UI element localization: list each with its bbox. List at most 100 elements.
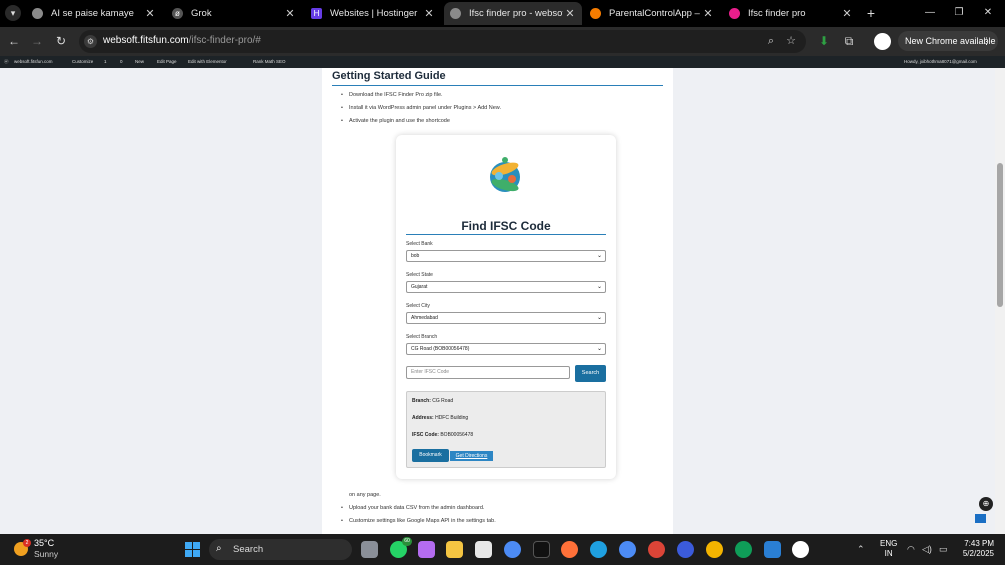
wp-admin-bar: ⓦ websoft.fitsfun.com Customize 1 0 New … — [0, 56, 1005, 68]
site-info-icon[interactable]: ⚙ — [84, 35, 97, 48]
tab-label: Grok — [191, 8, 212, 19]
tab-ai-se-paise-kamaye[interactable]: AI se paise kamaye ✕ — [26, 2, 162, 25]
search-button[interactable]: Search — [575, 365, 606, 382]
wifi-icon[interactable]: ◠ — [907, 544, 915, 555]
branch-value: CG Road (BOB00056478) — [411, 346, 470, 352]
new-chrome-available-button[interactable]: New Chrome available ⋮ — [898, 31, 998, 51]
restore-icon[interactable]: ❐ — [951, 5, 967, 21]
extensions-icon[interactable]: ⧉ — [841, 33, 857, 49]
result-address-value: HDFC Building — [435, 415, 469, 421]
bank-select[interactable]: bob ⌄ — [406, 250, 606, 262]
chevron-down-icon: ⌄ — [596, 284, 602, 290]
page-scrollbar[interactable] — [995, 68, 1005, 534]
tab-ifsc-finder-pro[interactable]: Ifsc finder pro ✕ — [723, 2, 859, 25]
zoom-indicator-icon[interactable]: ⊕ — [979, 497, 993, 511]
admin-comments-count[interactable]: 0 — [120, 56, 123, 68]
url-host: websoft.fitsfun.com — [103, 35, 189, 46]
tab-grok[interactable]: ø Grok ✕ — [166, 2, 302, 25]
wp-logo-icon[interactable]: ⓦ — [4, 56, 9, 68]
bookmark-star-icon[interactable]: ☆ — [784, 34, 798, 48]
download-icon[interactable]: ⬇ — [816, 33, 832, 49]
language-line2: IN — [884, 549, 893, 558]
chevron-down-icon: ⌄ — [596, 346, 602, 352]
app-icon[interactable] — [792, 541, 809, 558]
close-icon[interactable]: ✕ — [143, 7, 157, 20]
admin-customize-link[interactable]: Customize — [72, 56, 93, 68]
new-tab-icon[interactable]: + — [864, 5, 878, 21]
grok-icon: ø — [172, 8, 183, 19]
result-ifsc-key: IFSC Code: — [412, 432, 439, 438]
branch-select[interactable]: CG Road (BOB00056478) ⌄ — [406, 343, 606, 355]
forward-icon[interactable]: → — [29, 33, 45, 49]
chrome-profile-icon[interactable] — [735, 541, 752, 558]
url-text: websoft.fitsfun.com/ifsc-finder-pro/# — [103, 35, 261, 46]
branch-label: Select Branch — [406, 334, 438, 340]
fire-icon — [590, 8, 601, 19]
chrome-profile-icon[interactable] — [648, 541, 665, 558]
chrome-profile-icon[interactable] — [619, 541, 636, 558]
ifsc-code-input[interactable]: Enter IFSC Code — [406, 366, 570, 379]
firefox-icon[interactable] — [561, 541, 578, 558]
copilot-icon[interactable] — [418, 541, 435, 558]
admin-rank-math-link[interactable]: Rank Math SEO — [253, 56, 286, 68]
chevron-up-icon[interactable]: ⌃ — [857, 544, 865, 555]
admin-site-link[interactable]: websoft.fitsfun.com — [14, 56, 53, 68]
whatsapp-icon[interactable]: 60 — [390, 537, 412, 558]
scrollbar-thumb[interactable] — [997, 163, 1003, 307]
language-indicator[interactable]: ENG IN — [880, 539, 897, 559]
search-icon: ⌕ — [216, 543, 222, 554]
taskbar-search[interactable]: ⌕ Search — [209, 539, 352, 560]
floating-widget-icon[interactable] — [975, 514, 986, 523]
minimize-icon[interactable]: — — [922, 5, 938, 21]
close-icon[interactable]: ✕ — [422, 7, 436, 20]
close-window-icon[interactable]: ✕ — [980, 5, 996, 21]
battery-icon[interactable]: ▭ — [939, 544, 948, 555]
start-windows-icon[interactable] — [185, 542, 200, 557]
tab-ifsc-finder-pro-active[interactable]: Ifsc finder pro - websoft.fi ✕ — [444, 2, 582, 25]
more-menu-icon[interactable]: ⋮ — [982, 31, 991, 51]
paint-icon[interactable] — [764, 541, 781, 558]
profile-avatar[interactable] — [874, 33, 891, 50]
globe-icon — [32, 8, 43, 19]
microsoft-store-icon[interactable] — [475, 541, 492, 558]
admin-elementor-link[interactable]: Edit with Elementor — [188, 56, 227, 68]
tab-hostinger[interactable]: H Websites | Hostinger ✕ — [305, 2, 441, 25]
address-bar[interactable]: ⚙ websoft.fitsfun.com/ifsc-finder-pro/# … — [79, 30, 806, 53]
weather-condition[interactable]: Sunny — [34, 549, 58, 559]
admin-updates-count[interactable]: 1 — [104, 56, 107, 68]
tab-parental-control-app[interactable]: ParentalControlApp – Ove ✕ — [584, 2, 720, 25]
close-icon[interactable]: ✕ — [563, 7, 577, 20]
volume-icon[interactable]: ◁) — [922, 544, 932, 555]
chrome-icon[interactable] — [504, 541, 521, 558]
chrome-profile-icon[interactable] — [677, 541, 694, 558]
state-select[interactable]: Gujarat ⌄ — [406, 281, 606, 293]
reload-icon[interactable]: ↻ — [53, 33, 69, 49]
result-branch: Branch: CG Road — [412, 398, 453, 404]
chrome-profile-icon[interactable] — [706, 541, 723, 558]
capcut-icon[interactable] — [533, 541, 550, 558]
zoom-icon[interactable]: ⌕ — [764, 34, 778, 48]
weather-temp[interactable]: 35°C — [34, 538, 54, 548]
bookmark-button[interactable]: Bookmark — [412, 449, 449, 462]
task-view-icon[interactable] — [361, 541, 378, 558]
globe-icon — [729, 8, 740, 19]
result-card: Branch: CG Road Address: HDFC Building I… — [406, 391, 606, 468]
close-icon[interactable]: ✕ — [701, 7, 715, 20]
close-icon[interactable]: ✕ — [283, 7, 297, 20]
tab-search-menu-icon[interactable]: ▾ — [5, 5, 21, 21]
edge-icon[interactable] — [590, 541, 607, 558]
city-select[interactable]: Ahmedabad ⌄ — [406, 312, 606, 324]
get-directions-button[interactable]: Get Directions — [450, 451, 493, 461]
back-icon[interactable]: ← — [6, 33, 22, 49]
admin-howdy-user[interactable]: Howdy, jxibhothma8071@gmail.com — [904, 56, 977, 68]
admin-new-link[interactable]: New — [135, 56, 144, 68]
admin-edit-page-link[interactable]: Edit Page — [157, 56, 177, 68]
close-icon[interactable]: ✕ — [840, 7, 854, 20]
tab-label: AI se paise kamaye — [51, 8, 134, 19]
file-explorer-icon[interactable] — [446, 541, 463, 558]
result-ifsc-value: BOB00056478 — [440, 432, 474, 438]
guide-step: Upload your bank data CSV from the admin… — [341, 505, 484, 511]
city-label: Select City — [406, 303, 430, 309]
taskbar-clock[interactable]: 7:43 PM 5/2/2025 — [958, 539, 994, 559]
guide-after-text: on any page. — [349, 492, 381, 498]
